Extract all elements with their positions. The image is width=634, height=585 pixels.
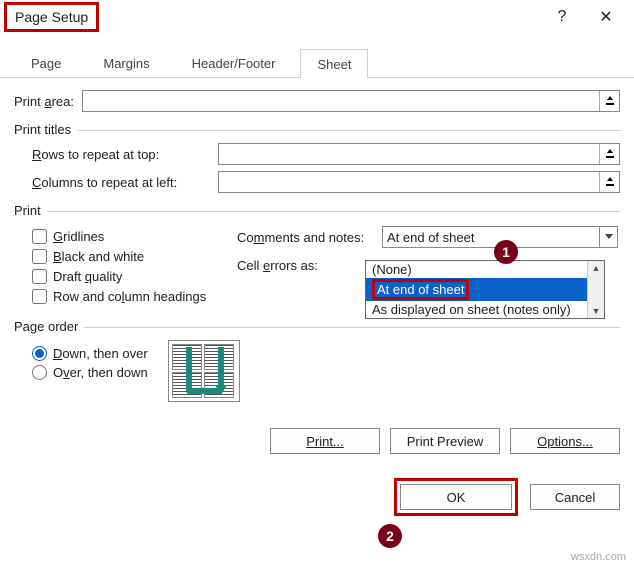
chevron-down-icon[interactable] xyxy=(599,227,617,247)
black-white-checkbox[interactable]: Black and white xyxy=(32,249,237,264)
tab-sheet[interactable]: Sheet xyxy=(300,49,368,78)
page-order-legend: Page order xyxy=(14,319,84,334)
gridlines-checkbox[interactable]: Gridlines xyxy=(32,229,237,244)
dialog-title: Page Setup xyxy=(4,2,99,32)
row-col-headings-checkbox[interactable]: Row and column headings xyxy=(32,289,237,304)
comments-label: Comments and notes: xyxy=(237,230,382,245)
print-area-input[interactable] xyxy=(82,90,620,112)
watermark: wsxdn.com xyxy=(571,551,626,563)
cols-repeat-input[interactable] xyxy=(218,171,620,193)
titlebar: Page Setup ? ✕ xyxy=(0,0,634,34)
collapse-dialog-icon[interactable] xyxy=(599,172,619,192)
collapse-dialog-icon[interactable] xyxy=(599,91,619,111)
print-area-label: Print area: xyxy=(14,94,74,109)
close-button[interactable]: ✕ xyxy=(584,2,628,32)
rows-repeat-label: Rows to repeat at top: xyxy=(32,147,210,162)
cancel-button[interactable]: Cancel xyxy=(530,484,620,510)
comments-dropdown[interactable]: (None) At end of sheet As displayed on s… xyxy=(365,260,605,319)
print-preview-button[interactable]: Print Preview xyxy=(390,428,500,454)
options-button[interactable]: Options... xyxy=(510,428,620,454)
dropdown-item-as-displayed[interactable]: As displayed on sheet (notes only) xyxy=(366,301,604,318)
tab-header-footer[interactable]: Header/Footer xyxy=(175,48,293,77)
down-then-over-radio[interactable]: Down, then over xyxy=(32,346,148,361)
page-order-preview xyxy=(168,340,240,402)
tab-margins[interactable]: Margins xyxy=(86,48,166,77)
callout-marker-1: 1 xyxy=(494,240,518,264)
tab-strip: Page Margins Header/Footer Sheet xyxy=(0,42,634,78)
ok-button[interactable]: OK xyxy=(400,484,512,510)
dropdown-item-none[interactable]: (None) xyxy=(366,261,604,278)
draft-quality-checkbox[interactable]: Draft quality xyxy=(32,269,237,284)
print-legend: Print xyxy=(14,203,47,218)
over-then-down-radio[interactable]: Over, then down xyxy=(32,365,148,380)
cell-errors-label: Cell errors as: xyxy=(237,258,382,273)
help-button[interactable]: ? xyxy=(540,2,584,32)
cols-repeat-label: Columns to repeat at left: xyxy=(32,175,210,190)
rows-repeat-input[interactable] xyxy=(218,143,620,165)
print-titles-legend: Print titles xyxy=(14,122,77,137)
dropdown-item-end-of-sheet[interactable]: At end of sheet xyxy=(366,278,604,301)
print-button[interactable]: Print... xyxy=(270,428,380,454)
comments-combo-value: At end of sheet xyxy=(387,230,474,245)
tab-page[interactable]: Page xyxy=(14,48,78,77)
collapse-dialog-icon[interactable] xyxy=(599,144,619,164)
dropdown-scrollbar[interactable]: ▲▼ xyxy=(587,261,604,318)
callout-marker-2: 2 xyxy=(378,524,402,548)
